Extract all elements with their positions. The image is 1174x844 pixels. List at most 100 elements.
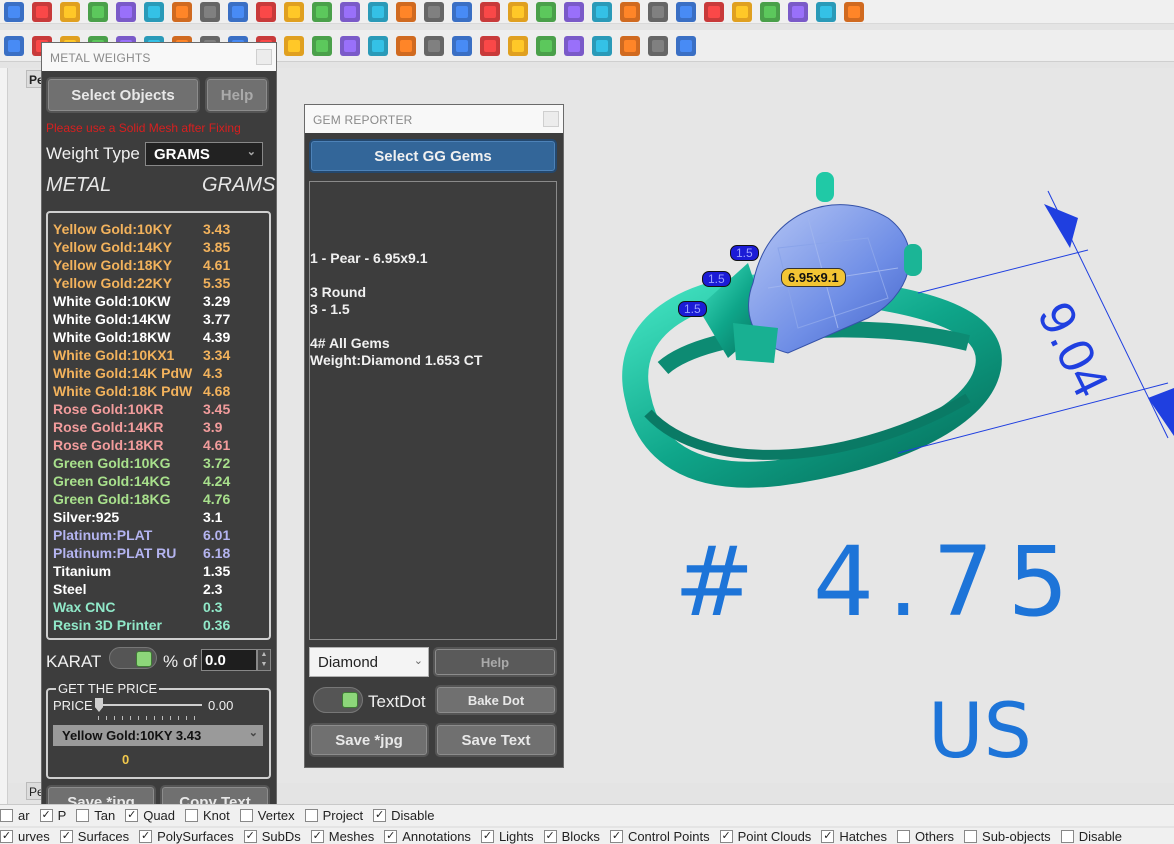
checkbox-checked-icon[interactable]: ✓ bbox=[821, 829, 835, 843]
target-icon[interactable] bbox=[452, 1, 472, 22]
filter-option[interactable]: ✓ Lights bbox=[480, 829, 534, 844]
percent-input[interactable]: 0.0 bbox=[201, 649, 257, 671]
checkbox-icon[interactable] bbox=[964, 829, 978, 843]
filter-option[interactable]: ✓ Quad bbox=[125, 808, 175, 823]
grid-icon[interactable] bbox=[368, 1, 388, 22]
filter-option[interactable]: ✓ SubDs bbox=[243, 829, 301, 844]
checkbox-checked-icon[interactable]: ✓ bbox=[139, 829, 153, 843]
half-sphere-icon[interactable] bbox=[564, 35, 584, 56]
hand-icon[interactable] bbox=[172, 1, 192, 22]
sphere-mesh-icon[interactable] bbox=[648, 1, 668, 22]
select-objects-button[interactable]: Select Objects bbox=[46, 77, 200, 113]
filter-option[interactable]: ✓ Blocks bbox=[543, 829, 600, 844]
cursor-icon[interactable] bbox=[704, 1, 724, 22]
flow-icon[interactable] bbox=[312, 35, 332, 56]
sphere-icon[interactable] bbox=[536, 35, 556, 56]
filter-option[interactable]: Project bbox=[304, 808, 363, 823]
filter-option[interactable]: ✓ Disable bbox=[373, 808, 434, 823]
zoom-window-icon[interactable] bbox=[256, 1, 276, 22]
quill-icon[interactable] bbox=[452, 35, 472, 56]
filter-option[interactable]: Others bbox=[897, 829, 954, 844]
filter-option[interactable]: Disable bbox=[1060, 829, 1122, 844]
checkbox-icon[interactable] bbox=[76, 809, 90, 822]
color-wheel-icon[interactable] bbox=[592, 1, 612, 22]
price-slider-thumb[interactable] bbox=[95, 698, 103, 712]
exit-icon[interactable] bbox=[844, 1, 864, 22]
checkbox-checked-icon[interactable]: ✓ bbox=[243, 829, 257, 843]
bug-icon[interactable] bbox=[676, 35, 696, 56]
cube-icon[interactable] bbox=[4, 35, 24, 56]
scissors-icon[interactable] bbox=[60, 1, 80, 22]
chain-icon[interactable] bbox=[284, 35, 304, 56]
filter-option[interactable]: ar bbox=[0, 808, 30, 823]
checkbox-checked-icon[interactable]: ✓ bbox=[609, 829, 623, 843]
cube-gold-icon[interactable] bbox=[340, 35, 360, 56]
filter-option[interactable]: ✓ P bbox=[39, 808, 66, 823]
filter-option[interactable]: ✓ Point Clouds bbox=[719, 829, 811, 844]
close-icon[interactable] bbox=[256, 49, 272, 65]
price-slider-track[interactable] bbox=[98, 704, 202, 706]
rotate-sphere-icon[interactable] bbox=[592, 35, 612, 56]
weight-type-select[interactable]: GRAMS ⌄ bbox=[145, 142, 263, 166]
checkbox-checked-icon[interactable]: ✓ bbox=[384, 829, 398, 843]
pencil-icon[interactable] bbox=[424, 35, 444, 56]
gear-icon[interactable] bbox=[732, 1, 752, 22]
globe-icon[interactable] bbox=[788, 1, 808, 22]
network-icon[interactable] bbox=[760, 1, 780, 22]
close-icon[interactable] bbox=[543, 111, 559, 127]
checkbox-checked-icon[interactable]: ✓ bbox=[373, 809, 387, 822]
filter-option[interactable]: Vertex bbox=[239, 808, 295, 823]
checkbox-icon[interactable] bbox=[185, 809, 199, 822]
checkbox-icon[interactable] bbox=[897, 829, 911, 843]
filter-option[interactable]: ✓ Meshes bbox=[310, 829, 374, 844]
sphere-render-icon[interactable] bbox=[676, 1, 696, 22]
percent-spinner[interactable]: ▲ ▼ bbox=[257, 649, 271, 671]
pen-icon[interactable] bbox=[368, 35, 388, 56]
undo-icon[interactable] bbox=[144, 1, 164, 22]
filter-option[interactable]: ✓ Surfaces bbox=[59, 829, 129, 844]
layers-icon[interactable] bbox=[564, 1, 584, 22]
help-icon[interactable] bbox=[816, 1, 836, 22]
checkbox-checked-icon[interactable]: ✓ bbox=[59, 829, 73, 843]
plane-icon[interactable] bbox=[424, 1, 444, 22]
copy-icon[interactable] bbox=[88, 1, 108, 22]
checkbox-icon[interactable] bbox=[0, 809, 13, 822]
checkbox-checked-icon[interactable]: ✓ bbox=[39, 809, 53, 822]
help-button[interactable]: Help bbox=[205, 77, 269, 113]
filter-option[interactable]: Sub-objects bbox=[964, 829, 1051, 844]
filter-option[interactable]: ✓ Control Points bbox=[609, 829, 710, 844]
funnel-icon[interactable] bbox=[648, 35, 668, 56]
bulb-icon[interactable] bbox=[508, 1, 528, 22]
filter-option[interactable]: Tan bbox=[76, 808, 115, 823]
checkbox-checked-icon[interactable]: ✓ bbox=[480, 829, 494, 843]
filter-option[interactable]: ✓ Hatches bbox=[821, 829, 887, 844]
filter-option[interactable]: ✓ PolySurfaces bbox=[139, 829, 234, 844]
car-icon[interactable] bbox=[396, 1, 416, 22]
clipboard-icon[interactable] bbox=[116, 1, 136, 22]
zoom-extents-icon[interactable] bbox=[284, 1, 304, 22]
checkbox-checked-icon[interactable]: ✓ bbox=[719, 829, 733, 843]
bake-dot-button[interactable]: Bake Dot bbox=[435, 685, 557, 715]
textdot-toggle[interactable] bbox=[313, 687, 363, 713]
sphere-wire-icon[interactable] bbox=[620, 1, 640, 22]
select-gg-gems-button[interactable]: Select GG Gems bbox=[309, 139, 557, 173]
checkbox-checked-icon[interactable]: ✓ bbox=[125, 809, 139, 822]
no-icon[interactable] bbox=[620, 35, 640, 56]
price-metal-select[interactable]: Yellow Gold:10KY 3.43 ⌄ bbox=[53, 725, 263, 746]
zoom-selected-icon[interactable] bbox=[312, 1, 332, 22]
karat-toggle[interactable] bbox=[109, 647, 157, 669]
filter-option[interactable]: Knot bbox=[185, 808, 230, 823]
filter-option[interactable]: ✓ Annotations bbox=[384, 829, 471, 844]
checkbox-icon[interactable] bbox=[304, 809, 318, 822]
camera-icon[interactable] bbox=[480, 1, 500, 22]
page-icon[interactable] bbox=[32, 1, 52, 22]
lock-icon[interactable] bbox=[536, 1, 556, 22]
list-icon[interactable] bbox=[480, 35, 500, 56]
save-text-button[interactable]: Save Text bbox=[435, 723, 557, 757]
checkbox-checked-icon[interactable]: ✓ bbox=[0, 829, 13, 843]
gem-save-jpg-button[interactable]: Save *jpg bbox=[309, 723, 429, 757]
box-icon[interactable] bbox=[4, 1, 24, 22]
filter-option[interactable]: ✓ urves bbox=[0, 829, 50, 844]
rotate-icon[interactable] bbox=[200, 1, 220, 22]
gem-type-select[interactable]: Diamond ⌄ bbox=[309, 647, 429, 677]
